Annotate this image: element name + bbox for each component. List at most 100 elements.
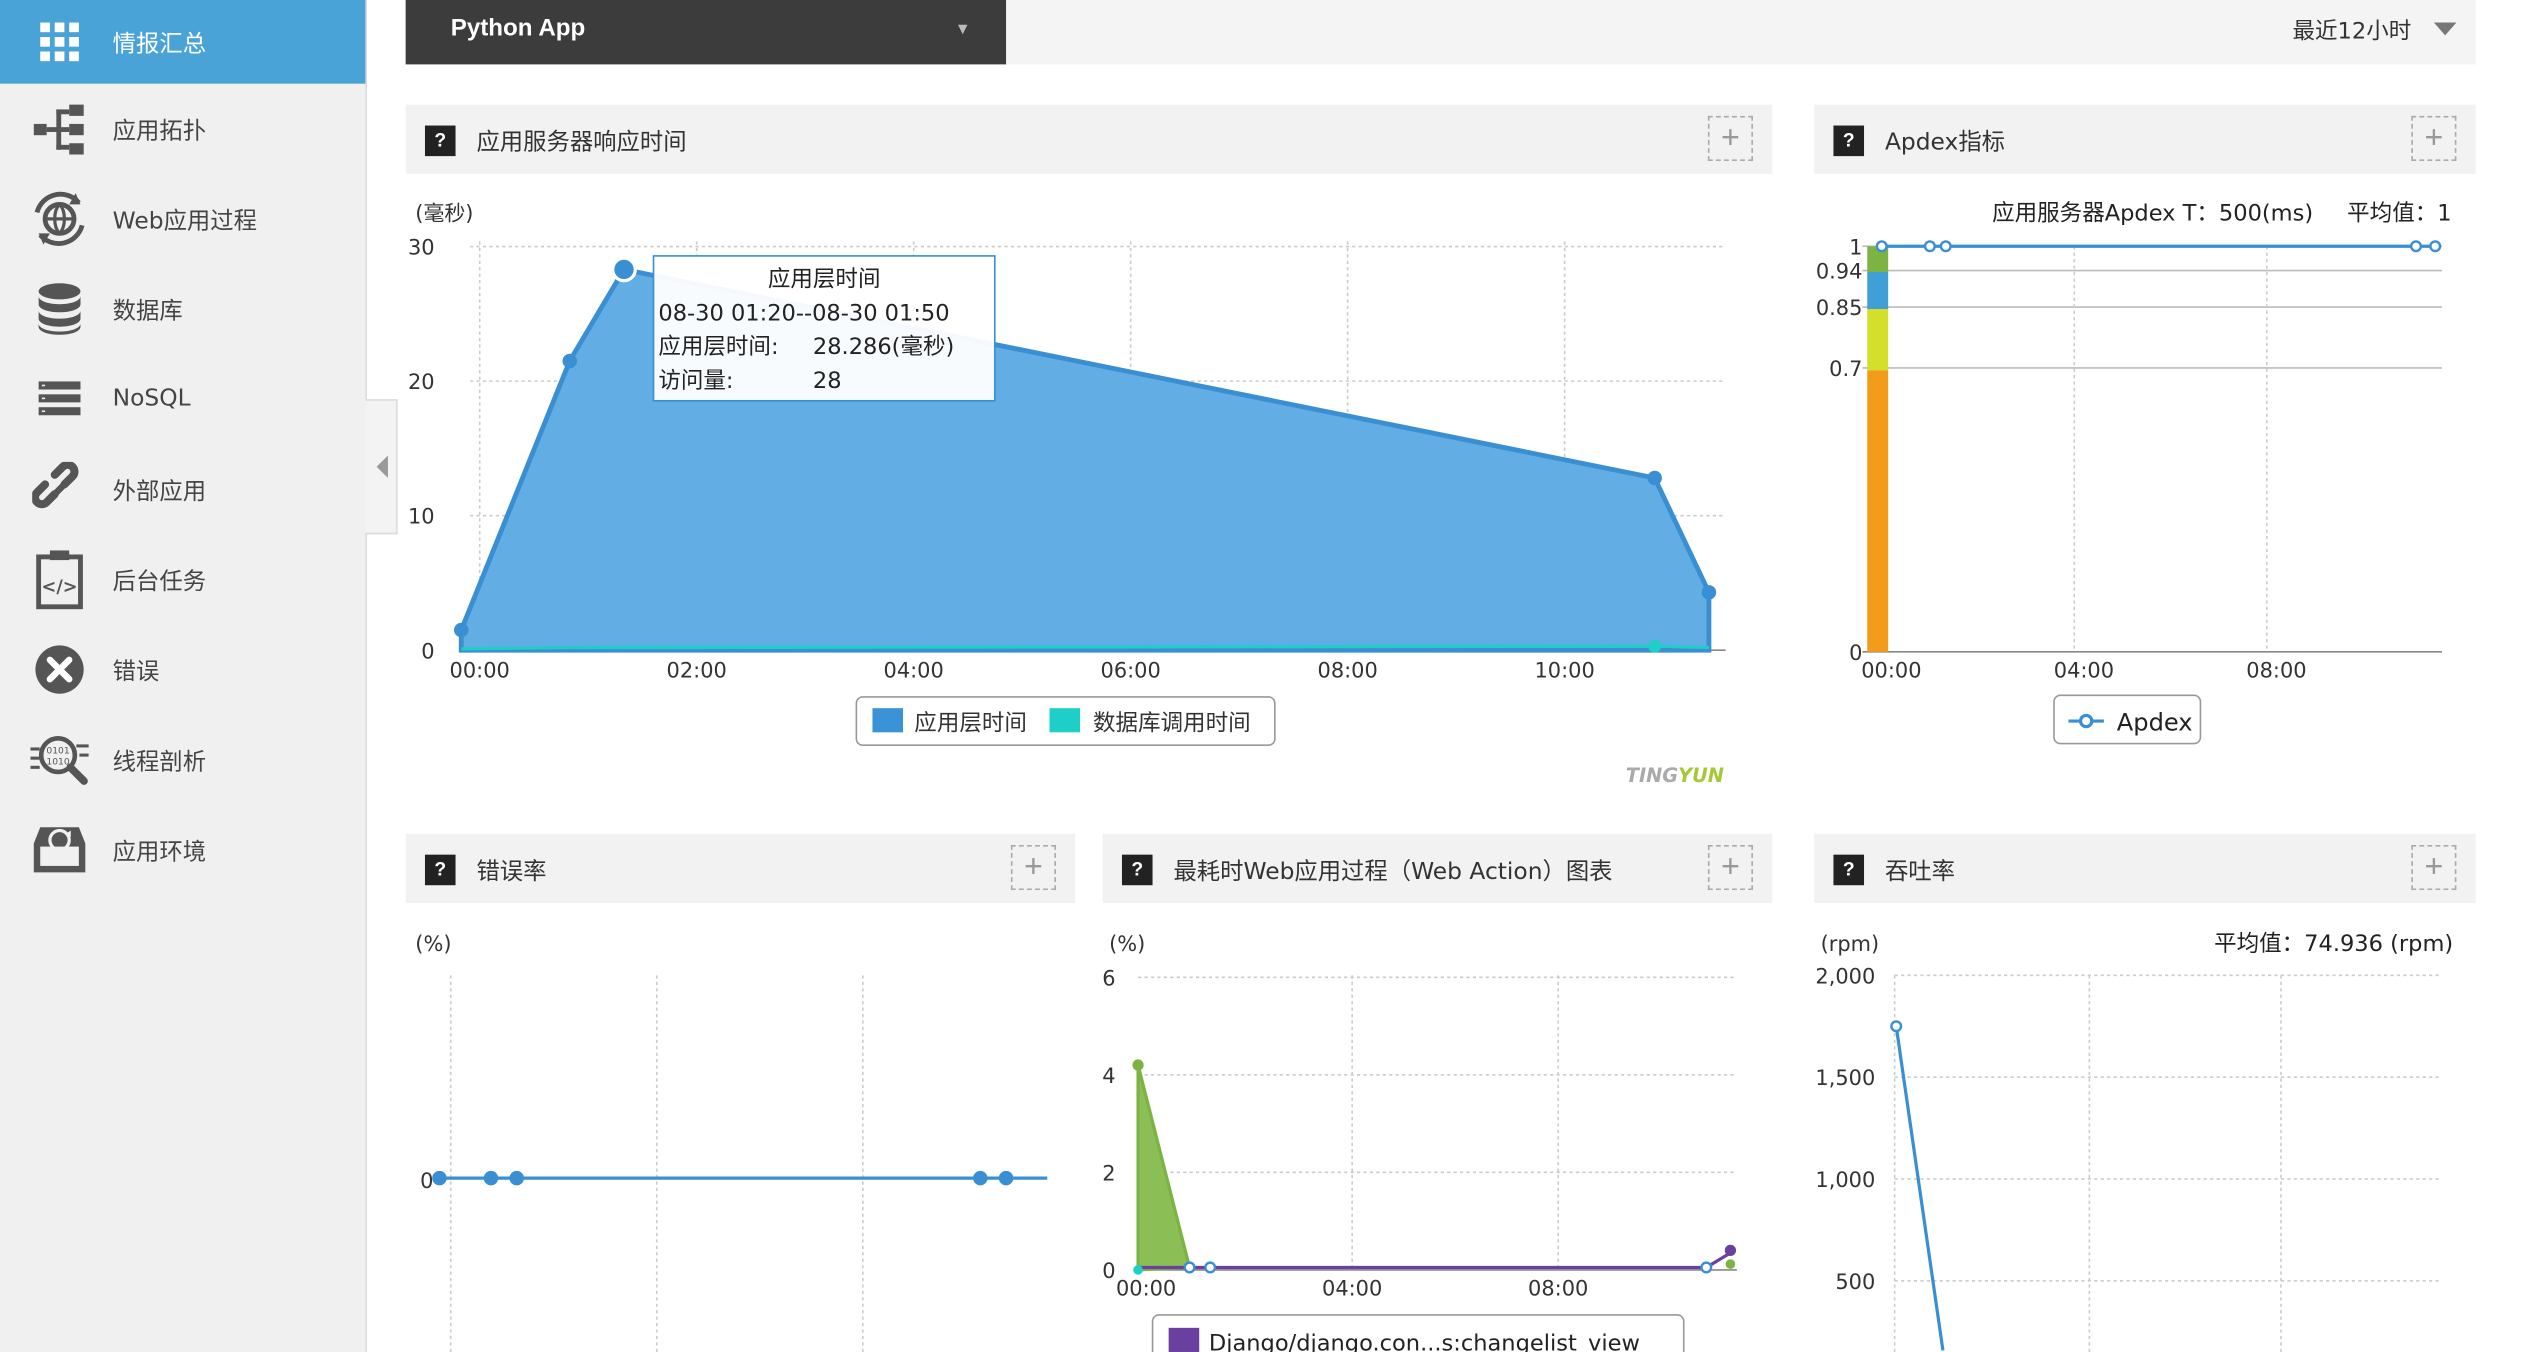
y-tick-label: 4: [1103, 1064, 1116, 1088]
nosql-icon: [29, 369, 90, 430]
tooltip-title: 应用层时间: [768, 266, 881, 292]
topology-icon: [29, 98, 90, 159]
sidebar-item-nosql[interactable]: NoSQL: [0, 357, 365, 441]
app-name: Python App: [450, 14, 586, 42]
y-tick-label: 0: [1103, 1259, 1116, 1283]
data-point: [432, 1170, 447, 1186]
help-icon[interactable]: ?: [424, 125, 456, 157]
help-icon[interactable]: ?: [1833, 854, 1865, 886]
web-action-line-series: [1138, 1251, 1732, 1270]
sidebar-item-label: NoSQL: [112, 386, 191, 413]
thread-magnifier-icon: 0101 1010: [29, 729, 90, 790]
sidebar-item-overview[interactable]: 情报汇总: [0, 0, 366, 84]
chevron-down-icon: ▼: [954, 20, 971, 39]
y-tick-label: 10: [408, 505, 435, 529]
data-point: [1725, 1259, 1736, 1269]
x-tick-label: 08:00: [2246, 659, 2306, 683]
data-point: [1939, 240, 1952, 253]
legend-label[interactable]: 应用层时间: [914, 711, 1027, 737]
sidebar-item-background-task[interactable]: </> 后台任务: [0, 538, 365, 622]
panel-title: 最耗时Web应用过程（Web Action）图表: [1173, 859, 1613, 886]
svg-text:1010: 1010: [46, 756, 69, 767]
sidebar-item-database[interactable]: 数据库: [0, 267, 365, 351]
legend-label: Django/django.con...s:changelist_view: [1209, 1330, 1640, 1352]
x-tick-label: 08:00: [1318, 659, 1378, 683]
add-to-dashboard-button[interactable]: +: [1010, 844, 1056, 891]
web-action-chart: (%) 0 2 4 6 00:00 04:00 08:00 Django/django.co…: [1103, 932, 1737, 1352]
app-selector[interactable]: Python App ▼: [405, 0, 1007, 65]
y-tick-label: 500: [1835, 1270, 1875, 1294]
tooltip-time-range: 08-30 01:20--08-30 01:50: [658, 300, 949, 326]
sidebar-item-label: Web应用过程: [112, 208, 257, 235]
x-tick-label: 10:00: [1535, 659, 1595, 683]
environment-icon: [29, 819, 90, 880]
database-icon: [29, 278, 90, 339]
legend-label[interactable]: 数据库调用时间: [1093, 711, 1251, 737]
data-point: [1132, 1059, 1144, 1071]
x-tick-label: 04:00: [884, 659, 944, 683]
add-to-dashboard-button[interactable]: +: [2411, 844, 2457, 891]
app-layer-area-series: [458, 266, 1712, 653]
response-time-panel-header: ? 应用服务器响应时间 +: [405, 104, 1773, 174]
x-tick-label: 08:00: [1528, 1277, 1588, 1301]
y-tick-label: 0: [421, 639, 434, 663]
chart-legend[interactable]: Apdex: [2053, 694, 2202, 745]
add-to-dashboard-button[interactable]: +: [2411, 115, 2457, 161]
sidebar-item-topology[interactable]: 应用拓扑: [0, 87, 365, 171]
apdex-zone-frustrated: [1867, 370, 1889, 652]
code-task-icon: </>: [29, 549, 90, 610]
sidebar-collapse-button[interactable]: [365, 399, 398, 535]
data-point: [1890, 1020, 1903, 1033]
panel-title: 错误率: [476, 859, 547, 886]
y-tick-label: 2,000: [1815, 964, 1875, 988]
sidebar-item-label: 错误: [112, 659, 160, 685]
chart-legend[interactable]: Django/django.con...s:changelist_view: [1151, 1314, 1685, 1352]
legend-swatch: [872, 708, 904, 733]
time-range-selector[interactable]: 最近12小时: [2292, 14, 2411, 46]
help-icon[interactable]: ?: [1833, 125, 1865, 157]
sidebar-item-label: 外部应用: [112, 478, 207, 505]
sidebar-item-web-process[interactable]: Web应用过程: [0, 177, 365, 261]
error-rate-panel-header: ? 错误率 +: [405, 833, 1076, 903]
y-tick-label: 30: [408, 236, 435, 260]
y-axis-unit: (毫秒): [415, 202, 473, 226]
y-tick-label: 0: [420, 1169, 433, 1193]
data-point: [998, 1170, 1014, 1186]
chevron-left-icon: [375, 455, 388, 479]
data-point: [1700, 1261, 1713, 1274]
data-point: [1648, 639, 1662, 653]
x-tick-label: 04:00: [1322, 1277, 1382, 1301]
x-tick-label: 04:00: [2054, 659, 2114, 683]
apdex-zone-bar: [1867, 246, 1889, 652]
y-axis-unit: (%): [415, 932, 451, 956]
tooltip-row1-label: 应用层时间:: [658, 334, 778, 360]
link-icon: [29, 459, 90, 520]
apdex-average: 平均值：1: [2347, 201, 2451, 227]
apdex-panel-header: ? Apdex指标 +: [1814, 104, 2476, 174]
data-point: [2409, 240, 2423, 253]
add-to-dashboard-button[interactable]: +: [1707, 844, 1753, 891]
sidebar-item-label: 数据库: [112, 298, 183, 325]
chevron-down-icon[interactable]: [2433, 22, 2457, 36]
sidebar-item-label: 应用拓扑: [112, 118, 207, 145]
help-icon[interactable]: ?: [424, 854, 456, 886]
x-tick-label: 06:00: [1101, 659, 1161, 683]
sidebar-item-environment[interactable]: 应用环境: [0, 808, 365, 892]
y-tick-label: 1,000: [1815, 1168, 1875, 1192]
add-to-dashboard-button[interactable]: +: [1707, 115, 1753, 161]
sidebar-item-thread-profiling[interactable]: 0101 1010 线程剖析: [0, 718, 365, 802]
web-action-panel-header: ? 最耗时Web应用过程（Web Action）图表 +: [1102, 833, 1773, 903]
sidebar-item-external[interactable]: 外部应用: [0, 447, 365, 531]
help-icon[interactable]: ?: [1121, 854, 1153, 886]
apdex-chart: 应用服务器Apdex T：500(ms) 平均值：1 00.70.850.941…: [1816, 201, 2452, 745]
y-tick-label: 6: [1103, 966, 1116, 990]
apdex-zone-tolerating: [1867, 309, 1889, 371]
y-tick-label: 0.85: [1816, 296, 1863, 320]
tooltip-row2-label: 访问量:: [658, 368, 733, 394]
top-bar: Python App ▼ 最近12小时: [405, 0, 2476, 65]
data-point: [1923, 240, 1936, 253]
y-axis-unit: (rpm): [1821, 932, 1880, 956]
y-tick-label: 0.94: [1816, 260, 1863, 284]
sidebar-item-errors[interactable]: 错误: [0, 628, 365, 712]
data-point: [611, 256, 637, 283]
